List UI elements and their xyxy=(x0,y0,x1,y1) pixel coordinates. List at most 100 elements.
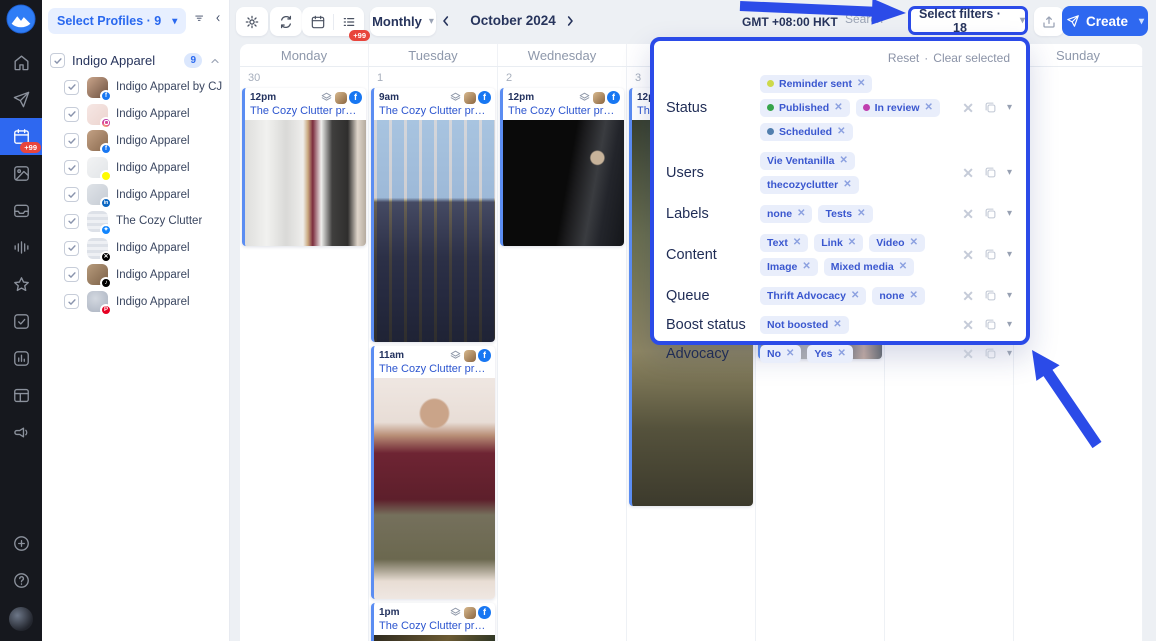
remove-chip-icon[interactable]: ✕ xyxy=(793,237,801,248)
copy-icon[interactable] xyxy=(983,206,998,221)
profile-row[interactable]: fIndigo Apparel by CJ xyxy=(42,74,229,101)
caret-down-icon[interactable]: ▾ xyxy=(1007,290,1012,301)
copy-icon[interactable] xyxy=(983,288,998,303)
profile-row[interactable]: ✦The Cozy Clutter xyxy=(42,208,229,235)
profile-checkbox[interactable] xyxy=(64,133,79,148)
remove-chip-icon[interactable]: ✕ xyxy=(797,208,805,219)
caret-down-icon[interactable]: ▾ xyxy=(1007,167,1012,178)
sidebar-item-reports[interactable] xyxy=(0,340,42,377)
calendar-column-tuesday[interactable]: 19amfThe Cozy Clutter presents...11amfTh… xyxy=(369,67,498,641)
copy-icon[interactable] xyxy=(983,247,998,262)
calendar-view-icon[interactable] xyxy=(310,14,326,30)
sidebar-item-home[interactable] xyxy=(0,44,42,81)
sidebar-item-help[interactable] xyxy=(0,562,42,599)
remove-chip-icon[interactable]: ✕ xyxy=(834,102,842,113)
sidebar-item-tasks[interactable] xyxy=(0,303,42,340)
profile-row[interactable]: fIndigo Apparel xyxy=(42,128,229,155)
profile-row[interactable]: ✕Indigo Apparel xyxy=(42,235,229,262)
create-button[interactable]: Create ▾ xyxy=(1062,6,1148,36)
clear-row-icon[interactable]: ✕ xyxy=(962,347,974,361)
sidebar-item-send[interactable] xyxy=(0,81,42,118)
remove-chip-icon[interactable]: ✕ xyxy=(899,261,907,272)
sidebar-item-media[interactable] xyxy=(0,155,42,192)
profile-checkbox[interactable] xyxy=(64,107,79,122)
next-month-button[interactable] xyxy=(562,13,578,29)
clear-row-icon[interactable]: ✕ xyxy=(962,101,974,115)
remove-chip-icon[interactable]: ✕ xyxy=(840,155,848,166)
list-view-icon[interactable] xyxy=(341,14,357,30)
sidebar-item-megaphone[interactable] xyxy=(0,414,42,451)
remove-chip-icon[interactable]: ✕ xyxy=(786,348,794,359)
remove-chip-icon[interactable]: ✕ xyxy=(838,348,846,359)
clear-row-icon[interactable]: ✕ xyxy=(962,318,974,332)
clear-row-icon[interactable]: ✕ xyxy=(962,289,974,303)
profile-row[interactable]: PIndigo Apparel xyxy=(42,288,229,315)
select-filters-dropdown[interactable]: Select filters · 18 ▾ xyxy=(908,6,1028,35)
post-card[interactable]: 9amfThe Cozy Clutter presents... xyxy=(371,88,495,342)
search-input[interactable] xyxy=(845,12,915,26)
post-card[interactable]: 12pmfThe Cozy Clutter presents... xyxy=(242,88,366,246)
profile-checkbox[interactable] xyxy=(64,187,79,202)
remove-chip-icon[interactable]: ✕ xyxy=(843,179,851,190)
remove-chip-icon[interactable]: ✕ xyxy=(848,237,856,248)
sidebar-item-calendar[interactable]: +99 xyxy=(0,118,42,155)
profile-row[interactable]: Indigo Apparel xyxy=(42,154,229,181)
remove-chip-icon[interactable]: ✕ xyxy=(925,102,933,113)
remove-chip-icon[interactable]: ✕ xyxy=(910,237,918,248)
caret-down-icon[interactable]: ▾ xyxy=(1007,208,1012,219)
profile-filter-icon[interactable] xyxy=(194,13,204,29)
profile-row[interactable]: ♪Indigo Apparel xyxy=(42,262,229,289)
clear-row-icon[interactable]: ✕ xyxy=(962,207,974,221)
caret-down-icon[interactable]: ▾ xyxy=(1007,348,1012,359)
profile-checkbox[interactable] xyxy=(64,241,79,256)
sidebar-item-inbox[interactable] xyxy=(0,192,42,229)
sidebar-item-layout[interactable] xyxy=(0,377,42,414)
refresh-button[interactable] xyxy=(270,7,302,36)
profile-checkbox[interactable] xyxy=(64,214,79,229)
collapse-panel-icon[interactable] xyxy=(213,13,223,29)
facebook-icon: f xyxy=(349,91,362,104)
profile-row[interactable]: inIndigo Apparel xyxy=(42,181,229,208)
remove-chip-icon[interactable]: ✕ xyxy=(851,290,859,301)
export-button[interactable] xyxy=(1034,7,1064,36)
profile-checkbox[interactable] xyxy=(64,80,79,95)
copy-icon[interactable] xyxy=(983,317,998,332)
calendar-column-sunday[interactable]: 6 xyxy=(1014,67,1143,641)
calendar-column-wednesday[interactable]: 212pmfThe Cozy Clutter presents... xyxy=(498,67,627,641)
clear-row-icon[interactable]: ✕ xyxy=(962,166,974,180)
sidebar-item-star[interactable] xyxy=(0,266,42,303)
remove-chip-icon[interactable]: ✕ xyxy=(857,78,865,89)
copy-icon[interactable] xyxy=(983,100,998,115)
profile-checkbox[interactable] xyxy=(64,267,79,282)
clear-selected-link[interactable]: Clear selected xyxy=(933,51,1010,65)
user-avatar[interactable] xyxy=(9,607,33,631)
copy-icon[interactable] xyxy=(983,165,998,180)
profile-row[interactable]: Indigo Apparel xyxy=(42,101,229,128)
caret-down-icon[interactable]: ▾ xyxy=(1007,249,1012,260)
post-card[interactable]: 12pmfThe Cozy Clutter presents... xyxy=(500,88,624,246)
chevron-up-icon[interactable] xyxy=(209,55,221,67)
caret-down-icon[interactable]: ▾ xyxy=(1007,319,1012,330)
settings-button[interactable] xyxy=(236,7,268,36)
clear-row-icon[interactable]: ✕ xyxy=(962,248,974,262)
sidebar-item-listening[interactable] xyxy=(0,229,42,266)
copy-icon[interactable] xyxy=(983,346,998,361)
remove-chip-icon[interactable]: ✕ xyxy=(857,208,865,219)
sidebar-item-plus[interactable] xyxy=(0,525,42,562)
post-card[interactable]: 11amfThe Cozy Clutter presents... xyxy=(371,346,495,599)
profile-checkbox[interactable] xyxy=(64,294,79,309)
profile-group-row[interactable]: Indigo Apparel 9 xyxy=(42,42,229,74)
caret-down-icon[interactable]: ▾ xyxy=(1007,102,1012,113)
profile-checkbox[interactable] xyxy=(64,160,79,175)
post-card[interactable]: 1pmfThe Cozy Clutter presents... xyxy=(371,603,495,641)
remove-chip-icon[interactable]: ✕ xyxy=(802,261,810,272)
prev-month-button[interactable] xyxy=(438,13,454,29)
remove-chip-icon[interactable]: ✕ xyxy=(909,290,917,301)
group-checkbox[interactable] xyxy=(50,53,65,68)
view-mode-dropdown[interactable]: Monthly ▾ xyxy=(370,7,436,36)
select-profiles-dropdown[interactable]: Select Profiles · 9 ▾ xyxy=(48,8,186,34)
calendar-column-monday[interactable]: 3012pmfThe Cozy Clutter presents... xyxy=(240,67,369,641)
reset-filters-link[interactable]: Reset xyxy=(888,51,919,65)
remove-chip-icon[interactable]: ✕ xyxy=(833,319,841,330)
remove-chip-icon[interactable]: ✕ xyxy=(837,126,845,137)
